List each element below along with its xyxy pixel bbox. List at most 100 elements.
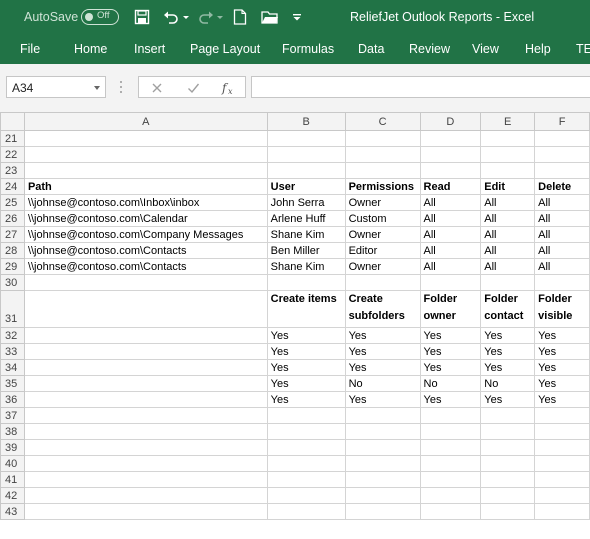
row-header[interactable]: 25 [0, 194, 25, 211]
cell-b37[interactable] [266, 407, 346, 424]
row-header[interactable]: 21 [0, 130, 25, 147]
cell-c29[interactable]: Owner [344, 258, 421, 275]
cell-c33[interactable]: Yes [344, 343, 421, 360]
cell-e26[interactable]: All [480, 210, 536, 227]
cell-e42[interactable] [480, 487, 536, 504]
tab-file[interactable]: File [20, 42, 40, 56]
cell-f33[interactable]: Yes [534, 343, 590, 360]
cell-a41[interactable] [23, 471, 268, 488]
cell-d30[interactable] [419, 274, 482, 291]
cell-d42[interactable] [419, 487, 482, 504]
cell-a34[interactable] [23, 359, 268, 376]
cell-e31[interactable]: Folder contact [480, 290, 536, 328]
cell-e24[interactable]: Edit [480, 178, 536, 195]
cell-b31[interactable]: Create items [266, 290, 346, 328]
row-header[interactable]: 40 [0, 455, 25, 472]
cell-d28[interactable]: All [419, 242, 482, 259]
cell-f37[interactable] [534, 407, 590, 424]
open-folder-icon[interactable] [260, 8, 280, 26]
cell-d36[interactable]: Yes [419, 391, 482, 408]
cell-b32[interactable]: Yes [266, 327, 346, 344]
cell-b35[interactable]: Yes [266, 375, 346, 392]
cell-f28[interactable]: All [534, 242, 590, 259]
row-header[interactable]: 22 [0, 146, 25, 163]
tab-team[interactable]: TE [576, 42, 590, 56]
cell-b38[interactable] [266, 423, 346, 440]
cell-b22[interactable] [266, 146, 346, 163]
cell-f36[interactable]: Yes [534, 391, 590, 408]
cell-f34[interactable]: Yes [534, 359, 590, 376]
cell-e30[interactable] [480, 274, 536, 291]
cancel-icon[interactable] [151, 79, 163, 97]
cell-c42[interactable] [344, 487, 421, 504]
cell-c40[interactable] [344, 455, 421, 472]
row-header[interactable]: 27 [0, 226, 25, 243]
row-header[interactable]: 39 [0, 439, 25, 456]
autosave-toggle[interactable]: Off [81, 9, 119, 25]
cell-f32[interactable]: Yes [534, 327, 590, 344]
cell-d33[interactable]: Yes [419, 343, 482, 360]
tab-insert[interactable]: Insert [134, 42, 165, 56]
column-header-b[interactable]: B [266, 112, 346, 131]
cell-d43[interactable] [419, 503, 482, 520]
column-header-e[interactable]: E [480, 112, 536, 131]
cell-a42[interactable] [23, 487, 268, 504]
cell-c23[interactable] [344, 162, 421, 179]
cell-f31[interactable]: Folder visible [534, 290, 590, 328]
cell-e32[interactable]: Yes [480, 327, 536, 344]
cell-f30[interactable] [534, 274, 590, 291]
cell-a27[interactable]: \\johnse@contoso.com\Company Messages [23, 226, 268, 243]
cell-f27[interactable]: All [534, 226, 590, 243]
cell-f23[interactable] [534, 162, 590, 179]
cell-a26[interactable]: \\johnse@contoso.com\Calendar [23, 210, 268, 227]
new-file-icon[interactable] [232, 8, 248, 26]
cell-f41[interactable] [534, 471, 590, 488]
name-box-dropdown-icon[interactable] [94, 86, 100, 90]
cell-e41[interactable] [480, 471, 536, 488]
row-header[interactable]: 24 [0, 178, 25, 195]
row-header[interactable]: 26 [0, 210, 25, 227]
cell-e37[interactable] [480, 407, 536, 424]
save-icon[interactable] [133, 8, 151, 26]
cell-d27[interactable]: All [419, 226, 482, 243]
cell-c36[interactable]: Yes [344, 391, 421, 408]
cell-d38[interactable] [419, 423, 482, 440]
cell-c28[interactable]: Editor [344, 242, 421, 259]
cell-a28[interactable]: \\johnse@contoso.com\Contacts [23, 242, 268, 259]
row-header[interactable]: 38 [0, 423, 25, 440]
cell-d39[interactable] [419, 439, 482, 456]
cell-f24[interactable]: Delete [534, 178, 590, 195]
cell-a37[interactable] [23, 407, 268, 424]
column-header-c[interactable]: C [344, 112, 421, 131]
cell-b28[interactable]: Ben Miller [266, 242, 346, 259]
cell-d29[interactable]: All [419, 258, 482, 275]
cell-f42[interactable] [534, 487, 590, 504]
cell-e25[interactable]: All [480, 194, 536, 211]
cell-a31[interactable] [23, 290, 268, 328]
cell-d22[interactable] [419, 146, 482, 163]
cell-a21[interactable] [23, 130, 268, 147]
cell-a24[interactable]: Path [23, 178, 268, 195]
enter-check-icon[interactable] [187, 79, 200, 97]
row-header[interactable]: 33 [0, 343, 25, 360]
tab-formulas[interactable]: Formulas [282, 42, 334, 56]
cell-c34[interactable]: Yes [344, 359, 421, 376]
cell-f29[interactable]: All [534, 258, 590, 275]
cell-e35[interactable]: No [480, 375, 536, 392]
cell-b39[interactable] [266, 439, 346, 456]
cell-b36[interactable]: Yes [266, 391, 346, 408]
cell-e38[interactable] [480, 423, 536, 440]
cell-a25[interactable]: \\johnse@contoso.com\Inbox\inbox [23, 194, 268, 211]
cell-d31[interactable]: Folder owner [419, 290, 482, 328]
cell-e21[interactable] [480, 130, 536, 147]
cell-e40[interactable] [480, 455, 536, 472]
cell-b23[interactable] [266, 162, 346, 179]
row-header[interactable]: 29 [0, 258, 25, 275]
cell-e27[interactable]: All [480, 226, 536, 243]
cell-b34[interactable]: Yes [266, 359, 346, 376]
cell-a39[interactable] [23, 439, 268, 456]
cell-a23[interactable] [23, 162, 268, 179]
cell-c35[interactable]: No [344, 375, 421, 392]
cell-d23[interactable] [419, 162, 482, 179]
cell-c26[interactable]: Custom [344, 210, 421, 227]
